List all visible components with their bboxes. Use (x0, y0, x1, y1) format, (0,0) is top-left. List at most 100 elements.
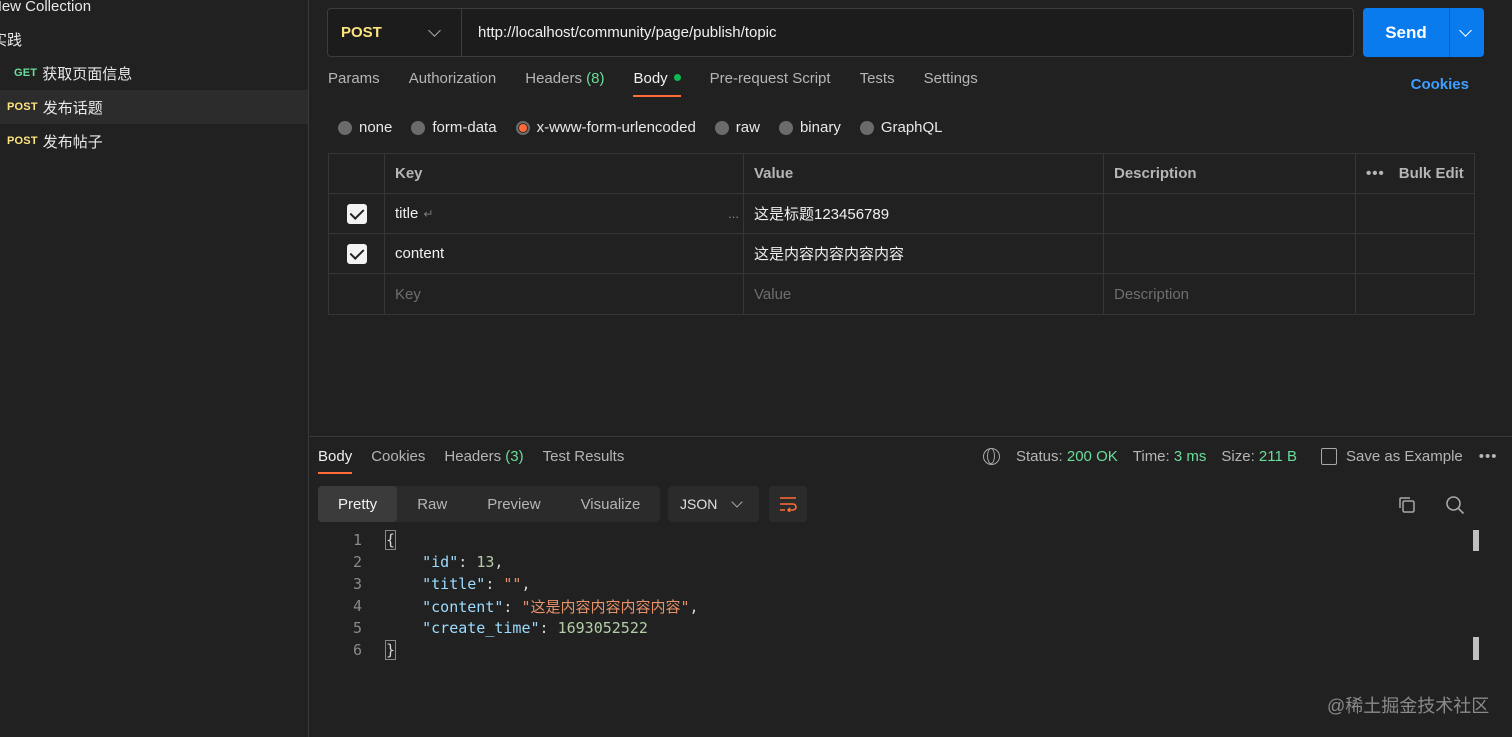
body-type-graphql-label: GraphQL (880, 119, 943, 136)
sidebar-request-publish-topic[interactable]: POST 发布话题 (0, 90, 308, 124)
new-description-input[interactable]: Description (1104, 274, 1356, 314)
column-header-value: Value (744, 154, 1104, 193)
line-number: 6 (352, 641, 362, 659)
tab-response-cookies[interactable]: Cookies (371, 448, 425, 474)
tab-headers[interactable]: Headers (8) (525, 70, 604, 97)
body-type-graphql[interactable]: GraphQL (859, 119, 943, 136)
headers-count: (8) (586, 70, 605, 87)
tab-response-body-label: Body (318, 448, 353, 465)
new-value-input[interactable]: Value (744, 274, 1104, 314)
value-cell[interactable]: 这是内容内容内容内容 (744, 234, 1104, 273)
method-tag: POST (7, 101, 38, 113)
chevron-down-icon[interactable] (1459, 24, 1472, 37)
url-input[interactable] (462, 24, 1353, 41)
row-checkbox-cell (329, 274, 385, 314)
search-icon[interactable] (1445, 495, 1465, 515)
size-value[interactable]: 211 B (1259, 448, 1297, 465)
body-type-urlencoded[interactable]: x-www-form-urlencoded (515, 119, 696, 136)
body-indicator-dot (673, 74, 681, 82)
scrollbar-marker[interactable] (1473, 637, 1479, 660)
description-cell[interactable] (1104, 234, 1356, 273)
tab-prerequest-script[interactable]: Pre-request Script (710, 70, 831, 97)
status-value[interactable]: 200 OK (1067, 448, 1118, 465)
tab-authorization[interactable]: Authorization (409, 70, 497, 97)
view-preview[interactable]: Preview (467, 486, 560, 522)
return-icon: ↵ (423, 206, 434, 221)
cookies-link[interactable]: Cookies (1411, 76, 1469, 93)
radio-icon (411, 120, 426, 135)
response-body-code[interactable]: 1{ 2 "id": 13, 3 "title": "", 4 "content… (310, 529, 1490, 661)
tab-tests-label: Tests (859, 70, 895, 87)
status-label: Status: (1016, 448, 1063, 465)
time-value[interactable]: 3 ms (1174, 448, 1207, 465)
response-tabs: Body Cookies Headers (3) Test Results (318, 448, 643, 474)
globe-icon[interactable] (983, 448, 1000, 465)
extra-cell (1356, 194, 1474, 233)
body-type-raw[interactable]: raw (714, 119, 760, 136)
value-cell[interactable]: 这是标题123456789 (744, 194, 1104, 233)
extra-cell (1356, 274, 1474, 314)
method-tag: POST (7, 135, 38, 147)
body-type-form-data-label: form-data (432, 119, 497, 136)
body-type-none[interactable]: none (338, 119, 392, 136)
wrap-lines-button[interactable] (769, 486, 807, 522)
sidebar-request-get-page-info[interactable]: GET 获取页面信息 (0, 56, 308, 90)
key-text: content (395, 245, 445, 262)
tab-body[interactable]: Body (633, 70, 681, 97)
tab-params[interactable]: Params (328, 70, 380, 97)
tab-body-label: Body (633, 70, 668, 87)
send-button[interactable]: Send (1363, 8, 1484, 57)
line-number: 1 (352, 531, 362, 549)
code-line: 4 "content": "这是内容内容内容内容", (310, 595, 1490, 617)
body-type-selector: none form-data x-www-form-urlencoded raw… (338, 119, 962, 136)
view-visualize[interactable]: Visualize (561, 486, 661, 522)
bulk-edit-button[interactable]: ••• Bulk Edit (1356, 154, 1474, 193)
row-checkbox-cell (329, 194, 385, 233)
send-divider (1449, 8, 1450, 57)
chevron-down-icon (428, 24, 441, 37)
key-cell[interactable]: content (385, 234, 744, 273)
save-as-example-button[interactable]: Save as Example (1346, 448, 1463, 465)
row-checkbox-cell (329, 234, 385, 273)
json-key: "content" (422, 597, 504, 616)
tab-settings[interactable]: Settings (924, 70, 978, 97)
close-brace: } (384, 640, 397, 660)
time-label: Time: (1132, 448, 1170, 465)
tab-response-body[interactable]: Body (318, 448, 353, 474)
tab-tests[interactable]: Tests (860, 70, 895, 97)
method-label: POST (341, 24, 382, 41)
chevron-down-icon (731, 496, 744, 508)
scrollbar-marker[interactable] (1473, 530, 1479, 551)
format-select[interactable]: JSON (668, 486, 759, 522)
response-divider[interactable] (310, 436, 1512, 437)
open-brace: { (384, 530, 397, 550)
copy-icon[interactable] (1398, 496, 1416, 514)
tab-response-headers[interactable]: Headers (3) (444, 448, 523, 474)
body-type-binary[interactable]: binary (778, 119, 841, 136)
description-cell[interactable] (1104, 194, 1356, 233)
value-text: 这是内容内容内容内容 (754, 246, 905, 263)
sidebar-request-publish-post[interactable]: POST 发布帖子 (0, 124, 308, 158)
tab-response-cookies-label: Cookies (371, 448, 426, 465)
params-table: Key Value Description ••• Bulk Edit titl… (328, 153, 1475, 315)
sidebar-folder[interactable]: 实践 (0, 22, 300, 56)
view-raw[interactable]: Raw (397, 486, 467, 522)
row-checkbox[interactable] (346, 243, 367, 264)
body-type-form-data[interactable]: form-data (411, 119, 497, 136)
sidebar-collection[interactable]: New Collection (0, 0, 299, 23)
new-key-input[interactable]: Key (385, 274, 744, 314)
more-options-icon[interactable]: ••• (1366, 165, 1385, 182)
tab-test-results[interactable]: Test Results (543, 448, 625, 474)
method-select[interactable]: POST (328, 9, 462, 56)
json-key: "id" (422, 553, 459, 571)
response-meta: Status: 200 OK Time: 3 ms Size: 211 B Sa… (983, 448, 1498, 465)
watermark: @稀土掘金技术社区 (1327, 696, 1490, 716)
key-cell[interactable]: title ↵... (385, 194, 744, 233)
more-options-icon[interactable]: ••• (1479, 448, 1498, 465)
save-icon (1321, 448, 1338, 465)
tab-settings-label: Settings (923, 70, 978, 87)
view-pretty[interactable]: Pretty (318, 486, 398, 522)
row-checkbox[interactable] (346, 203, 367, 224)
ellipsis-icon[interactable]: ... (728, 206, 739, 221)
table-row: content 这是内容内容内容内容 (329, 234, 1474, 274)
